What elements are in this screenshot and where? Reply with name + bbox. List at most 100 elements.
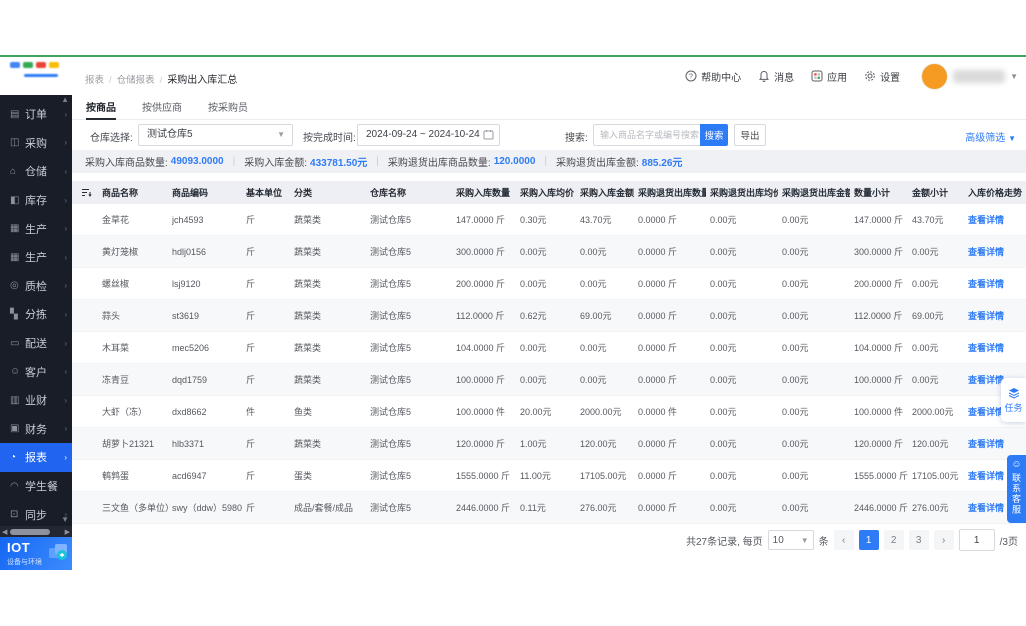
column-filter-icon[interactable]	[76, 187, 97, 198]
sidebar-item-label: 财务	[25, 421, 47, 437]
search-button[interactable]: 搜索	[700, 124, 728, 146]
sidebar-item-delivery[interactable]: ▭配送›	[0, 329, 72, 358]
table-cell: 0.00元	[706, 492, 778, 524]
date-range-value: 2024-09-24 ~ 2024-10-24	[366, 129, 480, 140]
sidebar-item-quality[interactable]: ◎质检›	[0, 272, 72, 301]
table-cell: 测试仓库5	[366, 268, 452, 300]
sidebar-item-report[interactable]: ◔报表›	[0, 443, 72, 472]
table-cell: lsj9120	[168, 268, 242, 300]
table-cell: 大虾（冻）	[98, 396, 168, 428]
layers-icon	[1008, 387, 1020, 399]
view-details-link[interactable]: 查看详情	[968, 247, 1004, 257]
sidebar-scroll-down-icon[interactable]: ▼	[61, 516, 69, 524]
iot-banner[interactable]: IOT 设备与环境	[0, 537, 72, 570]
table-cell: 鱼类	[290, 396, 366, 428]
row-spacer-cell	[72, 460, 98, 492]
summary-separator: |	[544, 156, 547, 167]
tab-按商品[interactable]: 按商品	[86, 95, 116, 120]
sidebar-item-label: 质检	[25, 278, 47, 294]
table-cell: 0.00元	[908, 364, 964, 396]
view-details-link[interactable]: 查看详情	[968, 343, 1004, 353]
table-cell: 120.0000 斤	[850, 428, 908, 460]
task-float-button[interactable]: 任务	[1001, 378, 1026, 422]
sidebar-item-finance[interactable]: ▣财务›	[0, 415, 72, 444]
table-cell: 0.00元	[576, 332, 634, 364]
purchase-icon: ◫	[10, 137, 25, 148]
page-button-3[interactable]: 3	[909, 530, 929, 550]
advanced-filter-toggle[interactable]: 高级筛选 ▼	[965, 129, 1016, 144]
view-details-link[interactable]: 查看详情	[968, 311, 1004, 321]
table-cell: 金草花	[98, 204, 168, 236]
table-cell: 斤	[242, 204, 290, 236]
scrollbar-thumb[interactable]	[10, 529, 50, 535]
view-details-link[interactable]: 查看详情	[968, 503, 1004, 513]
breadcrumb-item[interactable]: 仓储报表	[117, 75, 155, 86]
table-cell: 测试仓库5	[366, 492, 452, 524]
sidebar-item-purchase[interactable]: ◫采购›	[0, 129, 72, 158]
chevron-right-icon: ›	[64, 310, 67, 319]
nav-apps[interactable]: 应用	[811, 69, 847, 84]
sidebar-item-warehouse[interactable]: ⌂仓储›	[0, 157, 72, 186]
nav-label: 消息	[774, 69, 794, 84]
prev-page-button[interactable]: ‹	[834, 530, 854, 550]
chevron-right-icon: ›	[64, 339, 67, 348]
view-details-link[interactable]: 查看详情	[968, 375, 1004, 385]
sidebar-item-label: 订单	[25, 106, 47, 122]
sidebar-item-sorting[interactable]: ▚分拣›	[0, 300, 72, 329]
page-button-2[interactable]: 2	[884, 530, 904, 550]
view-details-link[interactable]: 查看详情	[968, 471, 1004, 481]
search-input[interactable]	[593, 124, 700, 146]
sidebar-item-production2[interactable]: ▦生产›	[0, 243, 72, 272]
table-cell: 0.00元	[778, 396, 850, 428]
chevron-down-icon[interactable]: ▼	[1010, 72, 1018, 81]
sidebar-item-inventory[interactable]: ◧库存›	[0, 186, 72, 215]
user-menu[interactable]: ▼	[921, 63, 1018, 90]
column-header: 入库价格走势	[964, 181, 1026, 204]
warehouse-select[interactable]: 测试仓库5 ▼	[138, 124, 293, 146]
avatar[interactable]	[921, 63, 948, 90]
logo-bar-yellow	[49, 62, 59, 68]
table-cell: 0.00元	[778, 300, 850, 332]
user-name-blurred	[953, 70, 1005, 83]
table-cell: 成品/套餐/成品	[290, 492, 366, 524]
table-cell: 100.0000 斤	[850, 364, 908, 396]
sidebar-item-student-meal[interactable]: ◠学生餐	[0, 472, 72, 501]
page-size-select[interactable]: 10 ▼	[768, 530, 814, 550]
top-nav: ?帮助中心 消息 应用 设置 ▼	[685, 57, 1018, 95]
nav-bell[interactable]: 消息	[758, 69, 794, 84]
scroll-left-icon[interactable]: ◀	[2, 528, 7, 536]
sidebar-item-customer[interactable]: ☺客户›	[0, 357, 72, 386]
sidebar-horizontal-scrollbar[interactable]: ◀ ▶	[0, 526, 72, 537]
customer-icon: ☺	[10, 366, 25, 377]
chevron-right-icon: ›	[64, 167, 67, 176]
bell-icon	[758, 70, 770, 82]
table-cell: 20.00元	[516, 396, 576, 428]
view-details-link[interactable]: 查看详情	[968, 439, 1004, 449]
next-page-button[interactable]: ›	[934, 530, 954, 550]
scroll-right-icon[interactable]: ▶	[65, 528, 70, 536]
view-details-link[interactable]: 查看详情	[968, 279, 1004, 289]
page-button-1[interactable]: 1	[859, 530, 879, 550]
breadcrumb-item[interactable]: 报表	[85, 75, 104, 86]
table-cell: 0.0000 斤	[634, 492, 706, 524]
sidebar-item-production[interactable]: ▦生产›	[0, 214, 72, 243]
contact-support-button[interactable]: ☺ 联系客服	[1007, 455, 1026, 523]
pagination-total-text: 共27条记录, 每页	[686, 533, 763, 548]
nav-gear[interactable]: 设置	[864, 69, 900, 84]
table-cell: 0.00元	[516, 332, 576, 364]
sidebar-item-business-finance[interactable]: ▥业财›	[0, 386, 72, 415]
nav-help[interactable]: ?帮助中心	[685, 69, 741, 84]
table-cell: 斤	[242, 460, 290, 492]
sidebar-item-order[interactable]: ▤订单›	[0, 100, 72, 129]
table-cell: 0.00元	[778, 460, 850, 492]
tab-按供应商[interactable]: 按供应商	[142, 95, 182, 118]
table-cell: 蔬菜类	[290, 364, 366, 396]
view-details-link[interactable]: 查看详情	[968, 215, 1004, 225]
date-range-picker[interactable]: 2024-09-24 ~ 2024-10-24	[357, 124, 500, 146]
export-button[interactable]: 导出	[734, 124, 766, 146]
page-jump-input[interactable]	[959, 529, 995, 551]
table-cell: 测试仓库5	[366, 396, 452, 428]
summary-label: 采购入库金额:	[244, 154, 307, 169]
tab-按采购员[interactable]: 按采购员	[208, 95, 248, 118]
view-details-link[interactable]: 查看详情	[968, 407, 1004, 417]
